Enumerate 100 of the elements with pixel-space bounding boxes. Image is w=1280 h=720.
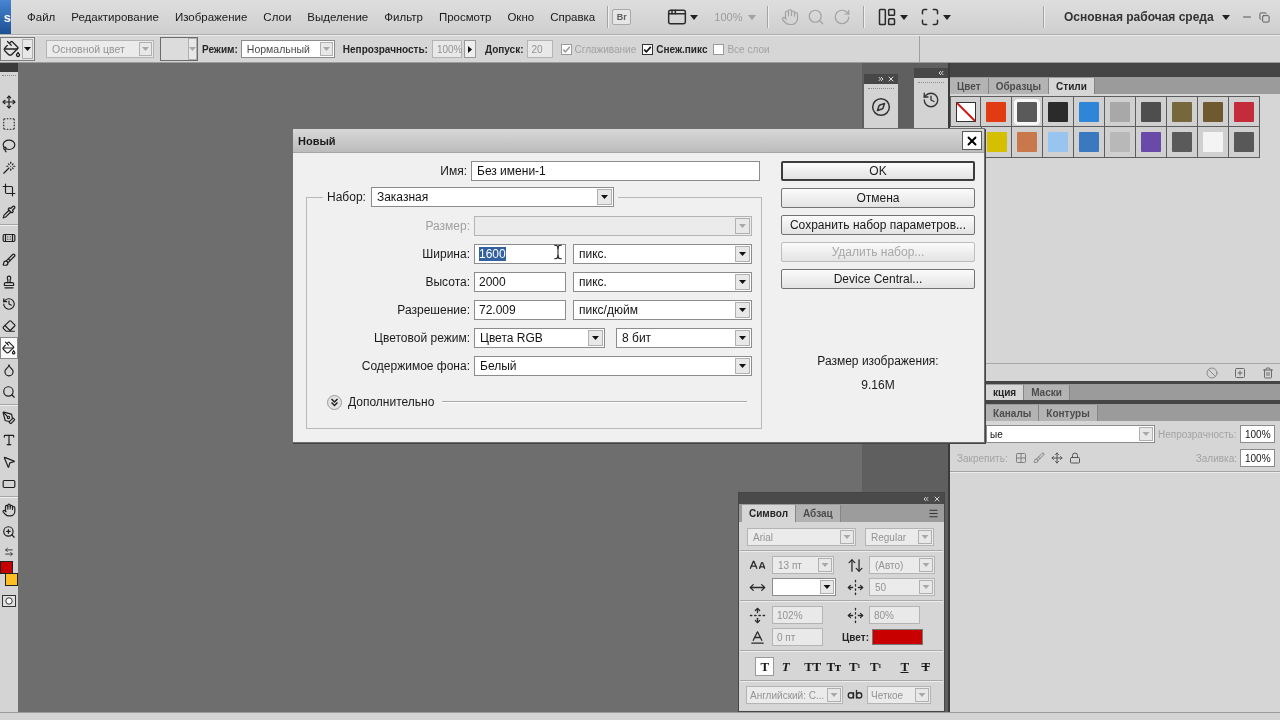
panel-tab[interactable]: Абзац [796, 505, 841, 522]
save-preset-button[interactable]: Сохранить набор параметров... [781, 215, 975, 235]
menu-item[interactable]: Изображение [166, 7, 256, 27]
collapse-icon[interactable] [922, 494, 930, 503]
unit-dropdown[interactable]: пикс. [573, 272, 752, 292]
panel-tab[interactable]: Символ [742, 505, 796, 522]
menu-item[interactable]: Справка [542, 7, 604, 27]
collapse-icon[interactable] [937, 69, 945, 77]
name-field[interactable]: Без имени-1 [471, 161, 760, 181]
menu-item[interactable]: Слои [255, 7, 300, 27]
lasso-icon [2, 139, 16, 153]
panel-tab[interactable]: Образцы [988, 78, 1050, 94]
caret-icon [1221, 14, 1230, 20]
trash-icon[interactable] [1262, 366, 1274, 379]
opacity-slider-button[interactable] [463, 40, 476, 58]
restore-icon[interactable] [1259, 11, 1270, 23]
cancel-button[interactable]: Отмена [781, 188, 975, 208]
panel-tab[interactable]: Стили [1049, 78, 1095, 94]
screen-mode-button[interactable] [667, 7, 699, 27]
field-label: Набор: [327, 190, 366, 204]
style-swatch[interactable] [1138, 129, 1164, 155]
droplet-icon [2, 363, 16, 377]
style-swatch[interactable] [1200, 129, 1226, 155]
field-label: Имя: [440, 164, 467, 178]
frame-corners-icon [920, 7, 941, 27]
panel-tab[interactable]: Маски [1024, 385, 1070, 400]
move-icon[interactable] [1050, 452, 1063, 464]
field-label: Содержимое фона: [361, 359, 470, 373]
chevron-circle-icon[interactable] [327, 394, 342, 410]
compass-icon[interactable] [871, 97, 891, 117]
style-swatch[interactable] [1169, 129, 1195, 155]
foreground-color-swatch[interactable] [0, 561, 13, 574]
lock-icon[interactable] [1068, 452, 1081, 464]
pattern-picker[interactable] [160, 37, 198, 61]
screen-button[interactable] [920, 7, 952, 27]
kerning-dropdown[interactable] [772, 578, 836, 596]
panel-tab[interactable]: кция [986, 385, 1025, 400]
background-color-swatch[interactable] [5, 573, 18, 586]
text-color-swatch[interactable] [872, 629, 923, 645]
opacity-field[interactable]: 100% [1240, 425, 1275, 443]
style-swatch[interactable] [1231, 129, 1257, 155]
panel-tab[interactable]: Каналы [986, 405, 1040, 421]
device-central-button[interactable]: Device Central... [781, 269, 975, 289]
grid-icon[interactable] [1014, 452, 1027, 464]
eraser-icon [2, 319, 16, 333]
arrange-button[interactable] [877, 7, 909, 27]
style-swatch[interactable] [1076, 129, 1102, 155]
menu-item[interactable]: Фильтр [376, 7, 431, 27]
history-icon[interactable] [922, 91, 940, 109]
bit-depth-dropdown[interactable]: 8 бит [616, 328, 752, 348]
bridge-button[interactable]: Br [612, 9, 632, 25]
number-field[interactable]: 1600 [474, 244, 566, 264]
mode-dropdown[interactable]: Нормальный [240, 40, 335, 58]
color-mode-dropdown[interactable]: Цвета RGB [474, 328, 605, 348]
menu-item[interactable]: Окно [499, 7, 543, 27]
strikethrough-button[interactable]: T [916, 656, 935, 676]
all-caps-button[interactable]: TT [803, 656, 822, 676]
checkbox[interactable] [642, 43, 654, 55]
blend-mode-dropdown[interactable]: ые [986, 425, 1155, 443]
panel-menu-icon[interactable] [928, 508, 939, 519]
expand-icon[interactable] [877, 75, 885, 83]
plus-square-icon[interactable] [1234, 366, 1246, 379]
field-label: Размер: [425, 219, 470, 233]
tool-button[interactable] [0, 337, 18, 359]
underline-button[interactable]: T [895, 656, 914, 676]
number-field[interactable]: 2000 [474, 272, 566, 292]
image-size-label: Размер изображения: [817, 354, 939, 368]
workspace-dropdown[interactable]: Основная рабочая среда [1064, 10, 1230, 24]
move-icon [2, 95, 16, 109]
background-dropdown[interactable]: Белый [474, 356, 752, 376]
stamp-icon [2, 275, 16, 289]
small-caps-button[interactable]: Tт [824, 656, 843, 676]
menu-item[interactable]: Просмотр [430, 7, 500, 27]
close-button[interactable] [962, 131, 982, 150]
style-swatch[interactable] [1014, 129, 1040, 155]
close-icon[interactable] [933, 494, 941, 503]
double-arrow-icon[interactable] [4, 547, 14, 557]
color-label: Цвет: [842, 631, 869, 643]
style-swatch[interactable] [1014, 98, 1040, 125]
panel-tab[interactable]: Цвет [950, 78, 989, 94]
fill-field[interactable]: 100% [1240, 449, 1275, 467]
mode-label: Режим: [202, 43, 238, 55]
unit-dropdown[interactable]: пикс/дюйм [573, 300, 752, 320]
unit-dropdown[interactable]: пикс. [573, 244, 752, 264]
bold-button[interactable]: T [755, 656, 774, 676]
number-field[interactable]: 72.009 [474, 300, 566, 320]
style-swatch[interactable] [1107, 129, 1133, 155]
menu-item[interactable]: Редактирование [63, 7, 167, 27]
preset-dropdown[interactable]: Заказная [370, 187, 614, 207]
spread-arrows-icon [847, 578, 864, 596]
italic-button[interactable]: T [776, 656, 795, 676]
circle-in-square-icon[interactable] [2, 595, 16, 607]
panel-tab[interactable]: Контуры [1039, 405, 1098, 421]
close-icon[interactable] [887, 75, 895, 83]
menu-item[interactable]: Выделение [299, 7, 377, 27]
ok-button[interactable]: OK [781, 161, 975, 181]
style-swatch[interactable] [1045, 129, 1071, 155]
menu-item[interactable]: Файл [19, 7, 64, 27]
tool-preset-button[interactable] [0, 37, 35, 61]
superscript-button[interactable]: T$^{1}$ [845, 656, 864, 676]
